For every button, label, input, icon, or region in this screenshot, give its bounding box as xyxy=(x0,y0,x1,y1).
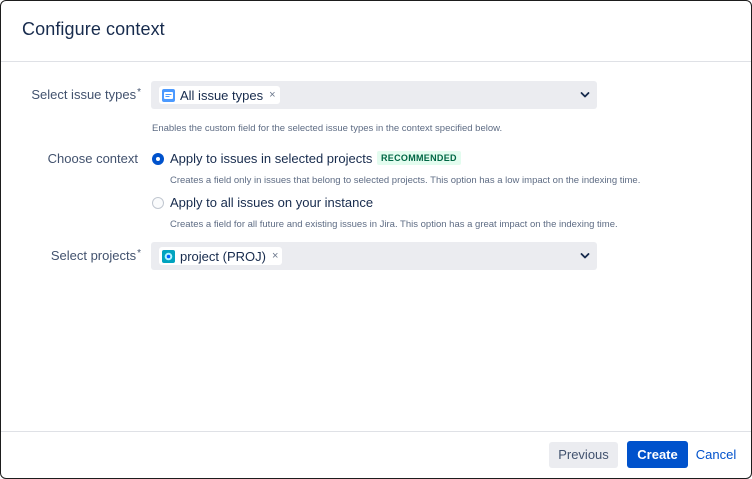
choose-context-label: Choose context xyxy=(47,151,138,166)
project-tag-label: project (PROJ) xyxy=(180,248,266,264)
issue-types-tag-label: All issue types xyxy=(180,87,264,103)
project-avatar-icon xyxy=(162,249,175,263)
configure-context-dialog: Configure context Select issue types* Al… xyxy=(0,0,752,479)
issue-types-icon xyxy=(162,88,175,102)
radio-selected-projects[interactable] xyxy=(152,153,164,165)
projects-label: Select projects* xyxy=(1,248,141,263)
dialog-header: Configure context xyxy=(1,1,751,62)
option-selected-projects-label[interactable]: Apply to issues in selected projects xyxy=(170,151,372,166)
projects-label-text: Select projects xyxy=(50,248,137,263)
issue-types-label-text: Select issue types xyxy=(31,87,137,102)
cancel-button[interactable]: Cancel xyxy=(693,442,739,468)
remove-project-tag-icon[interactable]: × xyxy=(272,250,278,262)
project-tag: project (PROJ) × xyxy=(159,247,283,265)
radio-all-issues[interactable] xyxy=(152,197,164,209)
issue-types-tag: All issue types × xyxy=(159,86,280,104)
chevron-down-icon[interactable] xyxy=(579,89,591,101)
required-mark: * xyxy=(137,248,141,259)
dialog-title: Configure context xyxy=(22,19,165,39)
remove-issue-types-tag-icon[interactable]: × xyxy=(269,89,275,101)
recommended-badge: RECOMMENDED xyxy=(377,151,461,165)
option-selected-projects-help: Creates a field only in issues that belo… xyxy=(170,175,641,186)
dialog-footer: Previous Create Cancel xyxy=(1,431,751,478)
projects-select[interactable]: project (PROJ) × xyxy=(151,242,597,270)
create-button[interactable]: Create xyxy=(627,441,688,468)
option-all-issues-label[interactable]: Apply to all issues on your instance xyxy=(170,195,373,210)
previous-button[interactable]: Previous xyxy=(549,442,618,468)
issue-types-label: Select issue types* xyxy=(1,87,141,102)
required-mark: * xyxy=(137,87,141,98)
issue-types-select[interactable]: All issue types × xyxy=(151,81,597,109)
chevron-down-icon[interactable] xyxy=(579,250,591,262)
option-all-issues-help: Creates a field for all future and exist… xyxy=(170,219,618,230)
issue-types-help: Enables the custom field for the selecte… xyxy=(152,123,503,134)
